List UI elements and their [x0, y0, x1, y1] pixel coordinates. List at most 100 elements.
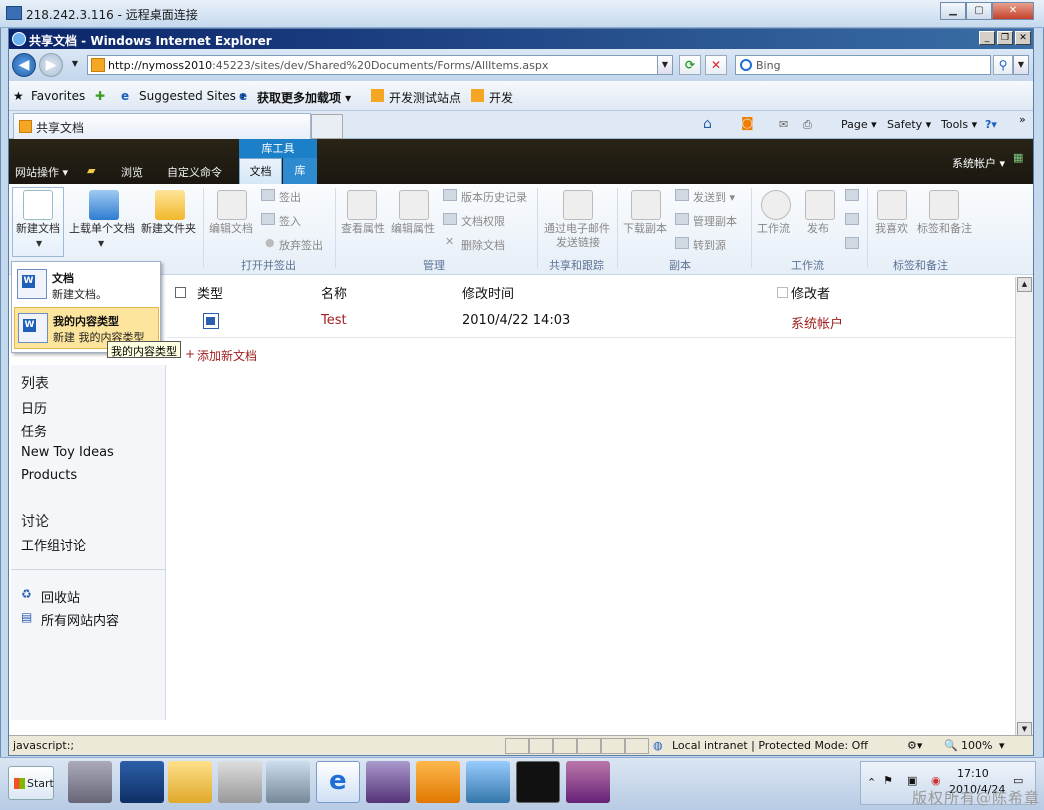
zoom-dropdown[interactable]: ▾	[999, 739, 1005, 752]
new-document-button[interactable]: 新建文档	[16, 220, 60, 236]
nav-tasks[interactable]: 任务	[21, 421, 47, 440]
minimize-button[interactable]: ▁	[940, 2, 966, 20]
delete-document-button[interactable]: 删除文档	[461, 237, 505, 253]
lists-heading[interactable]: 列表	[21, 373, 49, 393]
security-zone[interactable]: Local intranet | Protected Mode: Off	[672, 739, 868, 752]
close-button[interactable]: ✕	[992, 2, 1034, 20]
print-icon[interactable]: ⎙	[803, 118, 812, 132]
tab-library[interactable]: 库	[283, 158, 317, 184]
view-properties-button[interactable]: 查看属性	[341, 220, 385, 236]
show-desktop-icon[interactable]: ▭	[1013, 774, 1023, 787]
chevron-down-icon[interactable]: ▼	[98, 239, 104, 248]
i-like-it-button[interactable]: 我喜欢	[875, 220, 908, 236]
discussions-heading[interactable]: 讨论	[21, 511, 49, 531]
visual-studio-icon[interactable]	[366, 761, 410, 803]
navigate-up-icon[interactable]: ▰	[87, 164, 95, 177]
workflow-small-icon[interactable]	[845, 189, 859, 201]
settings-icon[interactable]	[266, 761, 310, 803]
address-bar[interactable]: http://nymoss2010:45223/sites/dev/Shared…	[87, 55, 671, 75]
internet-explorer-icon[interactable]: e	[316, 761, 360, 803]
edit-properties-button[interactable]: 编辑属性	[391, 220, 435, 236]
ie-minimize-button[interactable]: _	[979, 31, 995, 45]
publish-button[interactable]: 发布	[807, 220, 829, 236]
scroll-up-button[interactable]: ▲	[1017, 277, 1032, 292]
tray-expand-icon[interactable]: ⌃	[867, 776, 876, 789]
download-copy-button[interactable]: 下载副本	[623, 220, 667, 236]
go-to-source-button[interactable]: 转到源	[693, 237, 726, 253]
server-manager-icon[interactable]	[68, 761, 112, 803]
protected-mode-icon[interactable]: ⚙▾	[907, 739, 922, 752]
stop-icon[interactable]: ✕	[705, 55, 727, 75]
start-button[interactable]: Start	[8, 766, 54, 800]
workflow-button[interactable]: 工作流	[757, 220, 790, 236]
search-input[interactable]: Bing	[735, 55, 991, 75]
refresh-icon[interactable]: ⟳	[679, 55, 701, 75]
site-actions-menu[interactable]: 网站操作 ▾	[15, 164, 68, 180]
manage-copies-button[interactable]: 管理副本	[693, 213, 737, 229]
help-icon[interactable]: ?▾	[985, 118, 997, 131]
safety-menu[interactable]: Safety ▾	[887, 118, 931, 131]
document-modified-by-link[interactable]: 系统帐户	[791, 313, 843, 332]
ie-close-button[interactable]: ✕	[1015, 31, 1031, 45]
dev-test-site-link[interactable]: 开发测试站点	[389, 89, 461, 106]
add-new-document-link[interactable]: 添加新文档	[197, 347, 257, 364]
column-name[interactable]: 名称	[321, 283, 347, 302]
document-permissions-button[interactable]: 文档权限	[461, 213, 505, 229]
column-modified-by[interactable]: 修改者	[791, 283, 830, 302]
menu-item-document[interactable]: W 文档 新建文档。	[14, 265, 159, 305]
nav-all-site-content[interactable]: 所有网站内容	[41, 610, 119, 629]
add-favorite-icon[interactable]: ✚	[95, 89, 105, 103]
tools-icon[interactable]	[218, 761, 262, 803]
tab-custom-commands[interactable]: 自定义命令	[167, 164, 222, 180]
workflow-small-icon-2[interactable]	[845, 213, 859, 225]
user-menu[interactable]: 系统帐户 ▾	[952, 155, 1005, 171]
maximize-button[interactable]: ▢	[966, 2, 992, 20]
column-type[interactable]: 类型	[197, 283, 223, 302]
document-name-link[interactable]: Test	[321, 313, 347, 328]
command-prompt-icon[interactable]	[516, 761, 560, 803]
nav-recycle-bin[interactable]: 回收站	[41, 587, 80, 606]
search-options-dropdown[interactable]: ▼	[1013, 55, 1029, 75]
address-dropdown[interactable]: ▼	[657, 55, 673, 75]
chevron-icon[interactable]: »	[1019, 113, 1026, 126]
nav-calendar[interactable]: 日历	[21, 398, 47, 417]
dev-link[interactable]: 开发	[489, 89, 513, 106]
powershell-icon[interactable]	[120, 761, 164, 803]
upload-document-button[interactable]: 上载单个文档	[69, 220, 135, 236]
recent-pages-dropdown[interactable]: ▼	[67, 55, 83, 75]
vertical-scrollbar[interactable]: ▲ ▼	[1015, 277, 1033, 737]
get-addons-link[interactable]: 获取更多加载项 ▾	[257, 89, 351, 106]
explorer-icon[interactable]	[168, 761, 212, 803]
infopath-icon[interactable]	[566, 761, 610, 803]
volume-icon[interactable]: ◉	[931, 774, 941, 787]
select-all-checkbox[interactable]	[175, 287, 186, 298]
tab-browse[interactable]: 浏览	[121, 164, 143, 180]
search-icon[interactable]: ⚲	[993, 55, 1013, 75]
nav-new-toy-ideas[interactable]: New Toy Ideas	[21, 445, 114, 460]
nav-products[interactable]: Products	[21, 468, 77, 483]
column-modified[interactable]: 修改时间	[462, 283, 514, 302]
version-history-button[interactable]: 版本历史记录	[461, 189, 527, 205]
clock-time[interactable]: 17:10	[957, 767, 989, 780]
column-checkbox[interactable]	[777, 287, 788, 298]
back-button[interactable]: ◀	[12, 53, 36, 77]
page-menu[interactable]: Page ▾	[841, 118, 877, 131]
ie-restore-button[interactable]: ❐	[997, 31, 1013, 45]
mail-icon[interactable]: ✉	[779, 118, 788, 131]
favorites-button[interactable]: Favorites	[31, 89, 85, 103]
discard-checkout-button[interactable]: 放弃签出	[279, 237, 323, 253]
toolkit-icon[interactable]	[416, 761, 460, 803]
check-out-button[interactable]: 签出	[279, 189, 301, 205]
suggested-sites-link[interactable]: Suggested Sites ▾	[139, 89, 246, 103]
nav-team-discussion[interactable]: 工作组讨论	[21, 535, 86, 554]
edit-document-button[interactable]: 编辑文档	[209, 220, 253, 236]
sharepoint-icon[interactable]	[466, 761, 510, 803]
network-icon[interactable]: ▣	[907, 774, 917, 787]
tab-documents[interactable]: 文档	[239, 158, 282, 184]
new-tab-button[interactable]	[311, 114, 343, 139]
tab-shared-docs[interactable]: 共享文档	[13, 113, 311, 139]
feeds-icon[interactable]: ◙	[741, 116, 754, 131]
forward-button[interactable]: ▶	[39, 53, 63, 77]
check-in-button[interactable]: 签入	[279, 213, 301, 229]
workflow-small-icon-3[interactable]	[845, 237, 859, 249]
